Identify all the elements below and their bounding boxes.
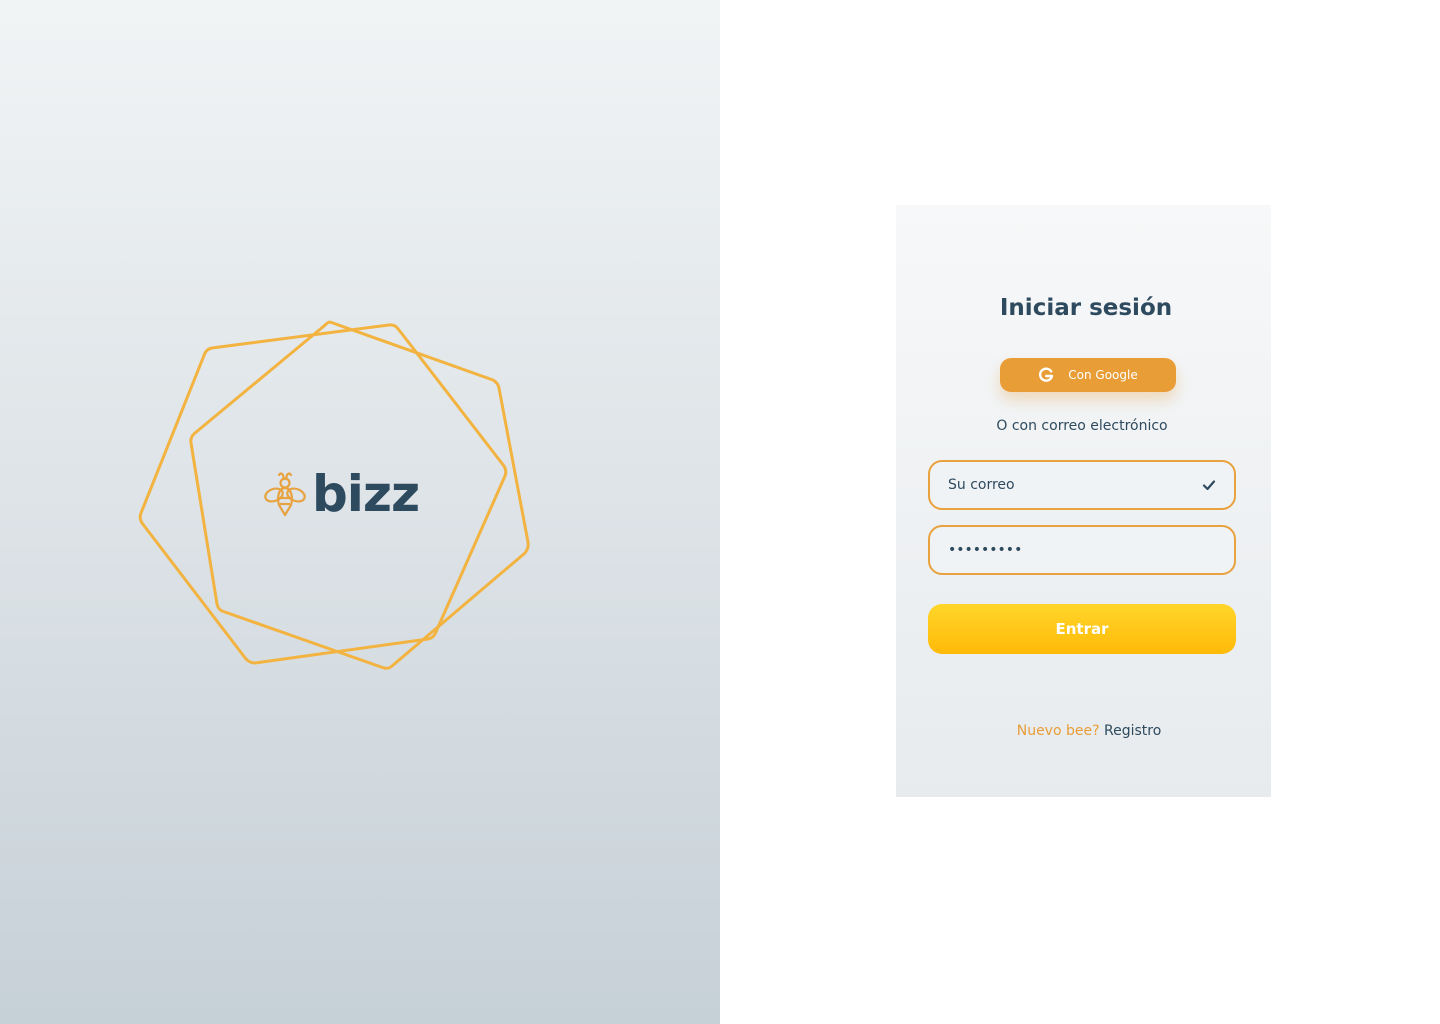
- email-field-wrapper: [928, 460, 1236, 510]
- login-page: bizz Iniciar sesión Con Google O con cor…: [0, 0, 1440, 1024]
- google-signin-label: Con Google: [1068, 368, 1138, 382]
- password-field-wrapper: [928, 525, 1236, 575]
- google-icon: [1039, 367, 1054, 382]
- bee-icon: [264, 472, 306, 517]
- password-input[interactable]: [930, 527, 1234, 573]
- email-input[interactable]: [930, 462, 1234, 508]
- register-link[interactable]: Registro: [1104, 723, 1161, 739]
- bizz-logo: bizz: [262, 465, 420, 523]
- page-title: Iniciar sesión: [999, 295, 1173, 321]
- email-divider-text: O con correo electrónico: [996, 418, 1168, 434]
- login-card: Iniciar sesión Con Google O con correo e…: [896, 205, 1271, 797]
- register-prompt: Nuevo bee?: [1016, 723, 1100, 739]
- google-signin-button[interactable]: Con Google: [1000, 358, 1176, 392]
- register-row: Nuevo bee? Registro: [896, 723, 1282, 739]
- brand-panel: bizz: [0, 0, 720, 1024]
- submit-button[interactable]: Entrar: [928, 604, 1236, 654]
- logo-text: bizz: [312, 465, 420, 523]
- check-icon: [1202, 480, 1216, 491]
